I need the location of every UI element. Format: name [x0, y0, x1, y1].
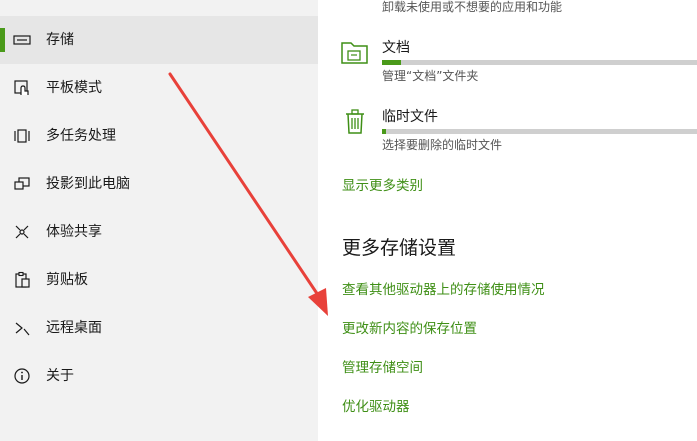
show-more-categories-link[interactable]: 显示更多类别 — [342, 174, 423, 194]
documents-folder-icon — [340, 37, 370, 67]
settings-sidebar: 存储 平板模式 多任务处理 投影到此电脑 体验共享 剪贴板 远程桌面 关于 — [0, 0, 318, 441]
category-temp-files[interactable]: 临时文件 选择要删除的临时文件 — [340, 106, 697, 154]
remote-desktop-icon — [12, 318, 32, 338]
usage-bar — [382, 129, 697, 134]
nav-item-label: 投影到此电脑 — [46, 176, 130, 192]
optimize-drives-link[interactable]: 优化驱动器 — [342, 395, 410, 415]
tablet-mode-icon — [12, 78, 32, 98]
nav-item-shared-experiences[interactable]: 体验共享 — [0, 208, 318, 256]
usage-bar — [382, 60, 697, 65]
nav-item-multitasking[interactable]: 多任务处理 — [0, 112, 318, 160]
view-other-drives-link[interactable]: 查看其他驱动器上的存储使用情况 — [342, 278, 545, 298]
clipboard-icon — [12, 270, 32, 290]
apps-features-description: 卸载未使用或不想要的应用和功能 — [382, 0, 563, 14]
nav-item-label: 远程桌面 — [46, 320, 102, 336]
more-storage-settings-heading: 更多存储设置 — [342, 237, 457, 259]
nav-item-label: 体验共享 — [46, 224, 102, 240]
category-description: 选择要删除的临时文件 — [382, 138, 503, 152]
storage-settings-content: 卸载未使用或不想要的应用和功能 文档 管理“文档”文件夹 临时文件 选择要删除的… — [318, 0, 697, 441]
change-save-location-link[interactable]: 更改新内容的保存位置 — [342, 317, 477, 337]
nav-item-about[interactable]: 关于 — [0, 352, 318, 400]
category-documents[interactable]: 文档 管理“文档”文件夹 — [340, 37, 697, 85]
trash-icon — [340, 106, 370, 136]
nav-item-label: 多任务处理 — [46, 128, 116, 144]
category-description: 管理“文档”文件夹 — [382, 69, 479, 83]
category-name: 临时文件 — [382, 109, 438, 125]
nav-item-label: 剪贴板 — [46, 272, 88, 288]
usage-bar-fill — [382, 60, 402, 65]
storage-icon — [12, 30, 32, 50]
selected-indicator — [0, 28, 5, 52]
multitasking-icon — [12, 126, 32, 146]
nav-item-label: 关于 — [46, 368, 74, 384]
usage-bar-fill — [382, 129, 386, 134]
nav-item-storage[interactable]: 存储 — [0, 16, 318, 64]
project-to-pc-icon — [12, 174, 32, 194]
nav-item-label: 存储 — [46, 32, 74, 48]
nav-item-label: 平板模式 — [46, 80, 102, 96]
shared-experiences-icon — [12, 222, 32, 242]
category-name: 文档 — [382, 40, 410, 56]
nav-item-remote-desktop[interactable]: 远程桌面 — [0, 304, 318, 352]
nav-item-tablet-mode[interactable]: 平板模式 — [0, 64, 318, 112]
info-icon — [12, 366, 32, 386]
nav-item-clipboard[interactable]: 剪贴板 — [0, 256, 318, 304]
nav-item-project-to-pc[interactable]: 投影到此电脑 — [0, 160, 318, 208]
manage-storage-spaces-link[interactable]: 管理存储空间 — [342, 356, 423, 376]
